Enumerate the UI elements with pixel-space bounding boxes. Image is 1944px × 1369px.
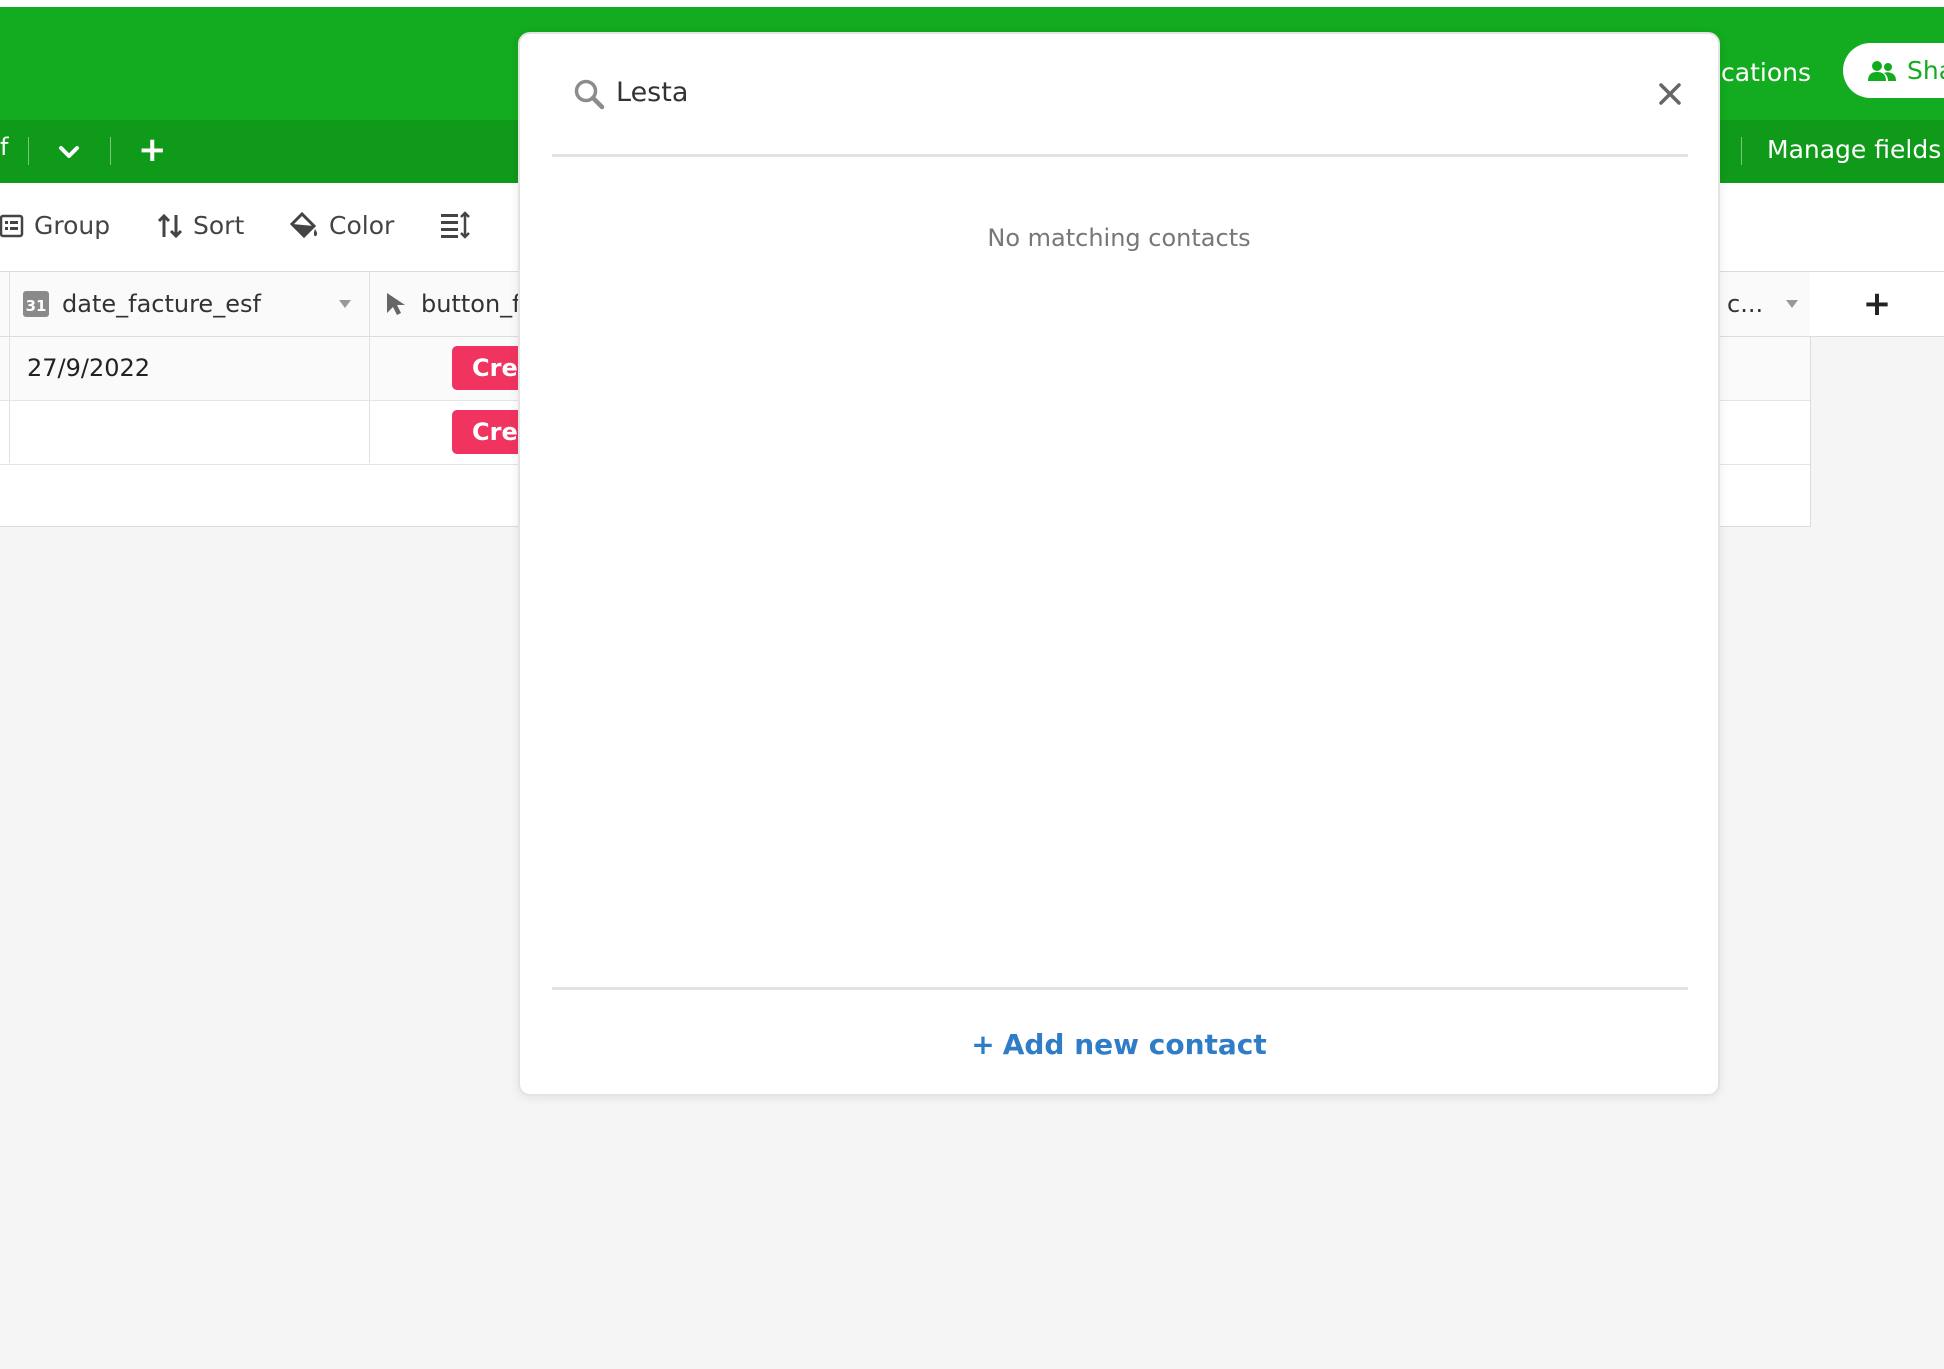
group-icon: [0, 214, 24, 237]
sort-icon: [157, 213, 183, 238]
column-divider: [9, 272, 10, 463]
manage-fields-button[interactable]: Manage fields: [1767, 135, 1941, 164]
color-label: Color: [329, 211, 395, 240]
search-input[interactable]: Lesta: [616, 77, 688, 108]
share-button-label: Sha: [1907, 56, 1944, 85]
cell-date-facture-esf[interactable]: 27/9/2022: [27, 354, 150, 382]
search-icon: [574, 79, 605, 110]
empty-results-message: No matching contacts: [987, 224, 1251, 252]
window-top-strip: [0, 0, 1944, 7]
close-icon[interactable]: [1658, 82, 1682, 106]
tab-divider: [28, 137, 29, 165]
column-header-truncated[interactable]: c...: [1727, 272, 1807, 336]
column-header-date-facture-esf[interactable]: 31 date_facture_esf: [22, 272, 362, 336]
svg-text:31: 31: [26, 297, 47, 315]
contact-search-dialog: Lesta No matching contacts + Add new cont…: [518, 32, 1720, 1096]
tab-divider: [110, 137, 111, 165]
add-column-button[interactable]: +: [1810, 272, 1944, 337]
sort-label: Sort: [193, 211, 245, 240]
caret-down-icon[interactable]: [1785, 299, 1799, 309]
add-view-button[interactable]: +: [138, 132, 167, 168]
footer-divider: [552, 987, 1688, 990]
users-icon: [1868, 60, 1896, 81]
sort-button[interactable]: Sort: [157, 211, 244, 240]
cursor-icon: [387, 293, 405, 315]
color-button[interactable]: Color: [289, 211, 394, 240]
column-label: c...: [1727, 290, 1764, 318]
caret-down-icon[interactable]: [338, 299, 352, 309]
notifications-link[interactable]: cations: [1721, 58, 1811, 87]
view-tab[interactable]: f: [0, 133, 8, 161]
tab-divider: [1741, 137, 1742, 165]
row-height-button[interactable]: [440, 211, 480, 239]
share-button[interactable]: Sha: [1843, 43, 1944, 98]
row-height-icon: [441, 211, 470, 239]
group-label: Group: [34, 211, 111, 240]
chevron-down-icon[interactable]: [54, 140, 84, 164]
search-divider: [552, 154, 1688, 157]
column-divider: [369, 272, 370, 463]
plus-icon: +: [971, 1028, 995, 1061]
add-new-contact-button[interactable]: + Add new contact: [520, 1028, 1718, 1061]
add-contact-label: Add new contact: [1002, 1028, 1267, 1061]
calendar-icon: 31: [23, 291, 49, 317]
paint-bucket-icon: [289, 211, 318, 238]
column-label: button_f: [421, 290, 521, 318]
column-label: date_facture_esf: [62, 290, 261, 318]
group-button[interactable]: Group: [0, 211, 110, 240]
